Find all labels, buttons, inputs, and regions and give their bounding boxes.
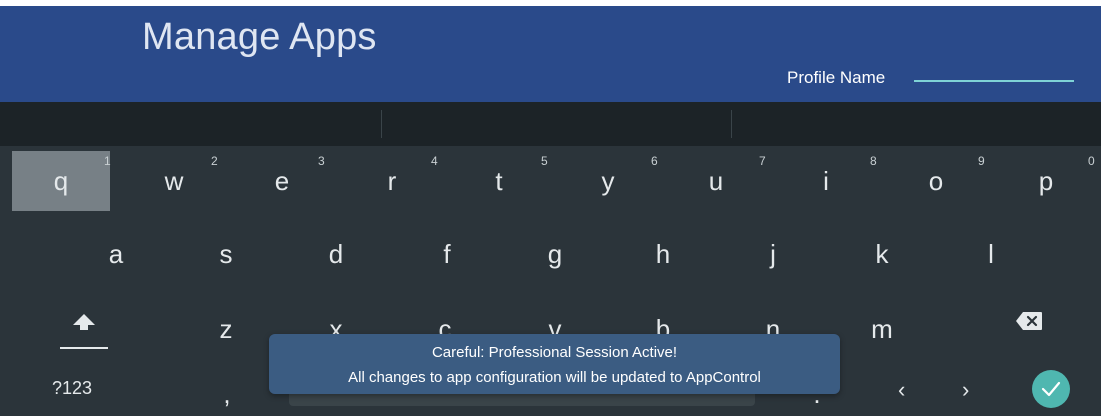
suggestion-divider	[731, 110, 732, 138]
checkmark-icon	[1041, 381, 1061, 397]
key-hint: 2	[211, 154, 218, 168]
key-q[interactable]: q	[12, 151, 110, 211]
key-hint: 5	[541, 154, 548, 168]
key-t[interactable]: t	[469, 156, 529, 206]
enter-button[interactable]	[1032, 370, 1070, 408]
key-hint: 9	[978, 154, 985, 168]
key-z[interactable]: z	[196, 304, 256, 354]
key-hint: 1	[104, 154, 111, 168]
profile-name-field[interactable]	[914, 80, 1074, 82]
key-j[interactable]: j	[743, 229, 803, 279]
cursor-right-key[interactable]: ›	[962, 377, 969, 403]
key-k[interactable]: k	[852, 229, 912, 279]
key-hint: 4	[431, 154, 438, 168]
key-u[interactable]: u	[686, 156, 746, 206]
session-warning-toast: Careful: Professional Session Active! Al…	[269, 334, 840, 394]
symbols-key[interactable]: ?123	[52, 378, 92, 399]
suggestion-strip	[0, 102, 1101, 146]
key-o[interactable]: o	[906, 156, 966, 206]
key-e[interactable]: e	[252, 156, 312, 206]
key-w[interactable]: w	[144, 156, 204, 206]
key-comma[interactable]: ,	[197, 369, 257, 419]
page-title: Manage Apps	[142, 16, 377, 58]
cursor-left-key[interactable]: ‹	[898, 377, 905, 403]
suggestion-divider	[381, 110, 382, 138]
profile-name-label: Profile Name	[787, 68, 886, 87]
key-r[interactable]: r	[362, 156, 422, 206]
key-hint: 7	[759, 154, 766, 168]
shift-underline	[60, 347, 108, 349]
key-hint: 3	[318, 154, 325, 168]
key-i[interactable]: i	[796, 156, 856, 206]
key-h[interactable]: h	[633, 229, 693, 279]
app-header: Manage Apps Profile Name	[0, 6, 1101, 102]
toast-message: All changes to app configuration will be…	[348, 369, 761, 386]
key-m[interactable]: m	[852, 304, 912, 354]
key-hint: 6	[651, 154, 658, 168]
key-hint: 8	[870, 154, 877, 168]
key-d[interactable]: d	[306, 229, 366, 279]
key-a[interactable]: a	[86, 229, 146, 279]
key-y[interactable]: y	[578, 156, 638, 206]
shift-icon[interactable]	[71, 311, 97, 333]
backspace-icon[interactable]	[1015, 311, 1043, 331]
key-p[interactable]: p	[1016, 156, 1076, 206]
key-f[interactable]: f	[417, 229, 477, 279]
key-hint: 0	[1088, 154, 1095, 168]
key-g[interactable]: g	[525, 229, 585, 279]
key-l[interactable]: l	[961, 229, 1021, 279]
key-s[interactable]: s	[196, 229, 256, 279]
toast-title: Careful: Professional Session Active!	[431, 344, 678, 361]
